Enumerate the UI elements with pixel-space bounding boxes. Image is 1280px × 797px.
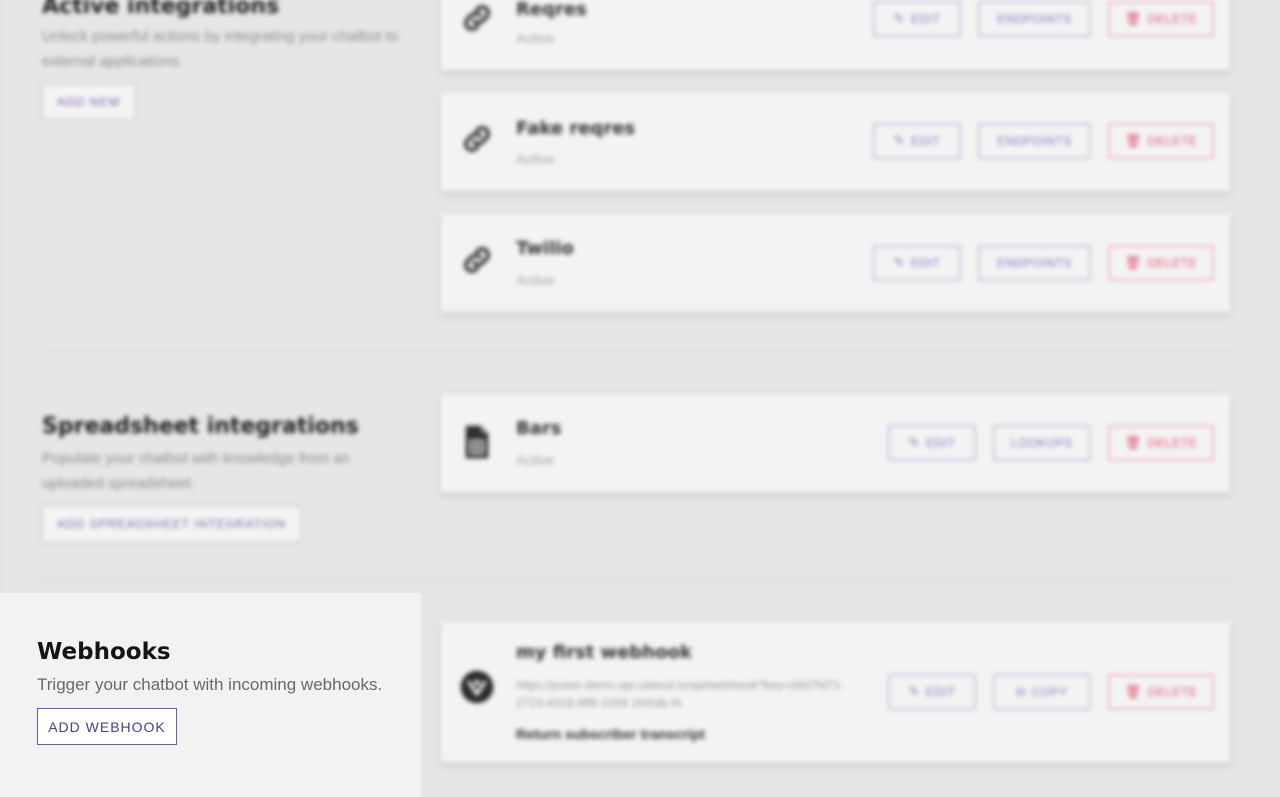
trash-icon: 🗑 — [1124, 684, 1142, 699]
delete-button[interactable]: 🗑 DELETE — [1108, 245, 1214, 281]
edit-button[interactable]: ✎ EDIT — [873, 245, 961, 281]
webhooks-title: Webhooks — [37, 639, 171, 665]
left-border — [0, 0, 1, 593]
add-new-integration-button[interactable]: ADD NEW — [42, 84, 136, 120]
trash-icon: 🗑 — [1124, 255, 1142, 270]
integration-status: Active — [516, 151, 555, 167]
integration-name: Twilio — [516, 238, 574, 259]
add-spreadsheet-integration-button[interactable]: ADD SPREADSHEET INTEGRATION — [42, 506, 302, 542]
webhook-note: Return subscriber transcript — [516, 726, 706, 742]
webhook-card: my first webhook https://pulse-demo-api.… — [441, 622, 1230, 762]
section-divider — [42, 351, 1232, 352]
edit-button[interactable]: ✎ EDIT — [873, 123, 961, 159]
integration-card: Fake reqres Active ✎ EDIT ENDPOINTS 🗑 DELE… — [441, 93, 1230, 191]
spreadsheet-integrations-title: Spreadsheet integrations — [42, 414, 359, 439]
endpoints-button[interactable]: ENDPOINTS — [978, 245, 1091, 281]
edit-icon: ✎ — [893, 11, 906, 26]
delete-button[interactable]: 🗑 DELETE — [1108, 123, 1214, 159]
section-divider — [42, 580, 1232, 581]
webhooks-panel: Webhooks Trigger your chatbot with incom… — [0, 593, 421, 797]
delete-button[interactable]: 🗑 DELETE — [1108, 674, 1214, 710]
integration-name: Fake reqres — [516, 118, 636, 139]
webhook-icon — [460, 670, 494, 704]
edit-icon: ✎ — [893, 255, 906, 270]
spreadsheet-integrations-description: Populate your chatbot with knowledge fro… — [42, 450, 350, 492]
webhook-url: https://pulse-demo-api.ubiend.io/api/web… — [516, 678, 844, 710]
link-icon — [463, 246, 491, 274]
endpoints-button[interactable]: ENDPOINTS — [978, 1, 1091, 37]
integration-status: Active — [516, 30, 555, 46]
integration-card: Twilio Active ✎ EDIT ENDPOINTS 🗑 DELETE — [441, 214, 1230, 312]
link-icon — [463, 4, 491, 32]
edit-icon: ✎ — [908, 435, 921, 450]
integration-card: Reqres Active ✎ EDIT ENDPOINTS 🗑 DELETE — [441, 0, 1230, 70]
spreadsheet-card: Bars Active ✎ EDIT LOOKUPS 🗑 DELETE — [441, 394, 1230, 492]
endpoints-button[interactable]: ENDPOINTS — [978, 123, 1091, 159]
edit-icon: ✎ — [893, 133, 906, 148]
edit-button[interactable]: ✎ EDIT — [873, 1, 961, 37]
spreadsheet-file-icon — [465, 425, 489, 459]
trash-icon: 🗑 — [1124, 435, 1142, 450]
spreadsheet-status: Active — [516, 452, 555, 468]
integration-status: Active — [516, 272, 555, 288]
active-integrations-title: Active integrations — [42, 0, 280, 19]
webhooks-description: Trigger your chatbot with incoming webho… — [37, 675, 383, 694]
lookups-button[interactable]: LOOKUPS — [993, 425, 1091, 461]
active-integrations-description: Unlock powerful actions by integrating y… — [42, 28, 399, 70]
delete-button[interactable]: 🗑 DELETE — [1108, 425, 1214, 461]
copy-button[interactable]: ⧉ COPY — [993, 674, 1091, 710]
edit-button[interactable]: ✎ EDIT — [888, 674, 976, 710]
trash-icon: 🗑 — [1124, 133, 1142, 148]
edit-icon: ✎ — [908, 684, 921, 699]
add-webhook-button[interactable]: ADD WEBHOOK — [37, 708, 177, 745]
link-icon — [463, 125, 491, 153]
edit-button[interactable]: ✎ EDIT — [888, 425, 976, 461]
integration-name: Reqres — [516, 0, 587, 20]
delete-button[interactable]: 🗑 DELETE — [1108, 1, 1214, 37]
spreadsheet-name: Bars — [516, 418, 562, 439]
trash-icon: 🗑 — [1124, 11, 1142, 26]
webhook-name: my first webhook — [516, 642, 692, 663]
copy-icon: ⧉ — [1016, 684, 1026, 699]
